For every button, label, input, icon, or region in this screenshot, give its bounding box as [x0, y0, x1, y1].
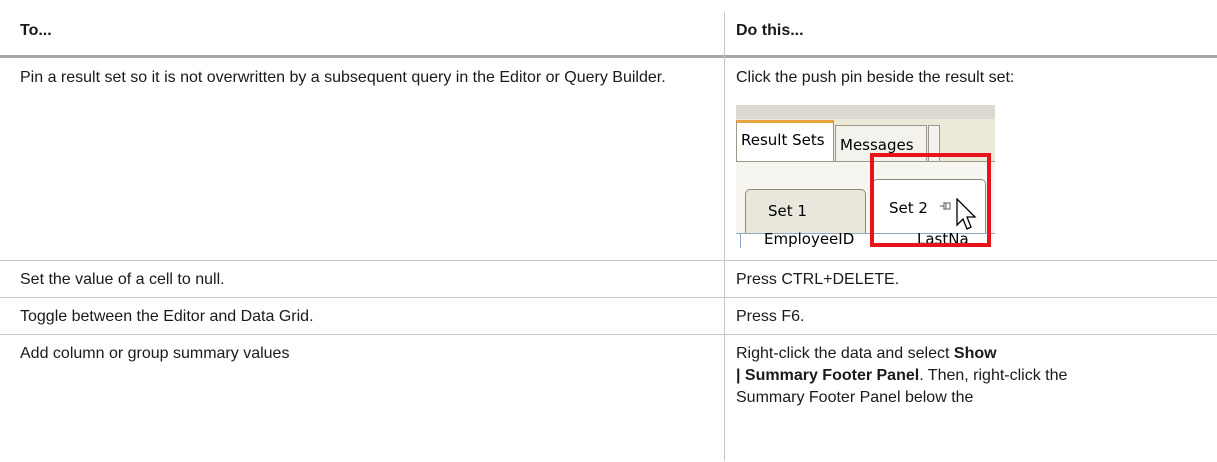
row-action: Right-click the data and select Show | Su… [736, 345, 1068, 406]
row-action: Click the push pin beside the result set… [736, 69, 1015, 86]
header-do-this: Do this... [736, 22, 804, 39]
row-divider [0, 297, 1217, 298]
header-to: To... [20, 22, 52, 39]
tab-result-sets: Result Sets [736, 120, 834, 164]
result-sets-screenshot: Result Sets Messages Set 1 Set 2 Employe… [736, 105, 995, 248]
header-rule [0, 55, 1217, 58]
subtab-set-1: Set 1 [745, 189, 866, 234]
table-header: To... Do this... [0, 0, 1217, 58]
row-divider [0, 260, 1217, 261]
column-divider [724, 12, 725, 461]
mouse-cursor-icon [954, 197, 980, 236]
row-task: Toggle between the Editor and Data Grid. [20, 308, 314, 325]
grid-col-employee: EmployeeID [764, 230, 855, 248]
row-task: Add column or group summary values [20, 345, 290, 362]
row-action: Press F6. [736, 308, 805, 325]
row-task: Set the value of a cell to null. [20, 271, 225, 288]
row-divider [0, 334, 1217, 335]
row-task: Pin a result set so it is not overwritte… [20, 69, 666, 86]
row-action: Press CTRL+DELETE. [736, 271, 900, 288]
